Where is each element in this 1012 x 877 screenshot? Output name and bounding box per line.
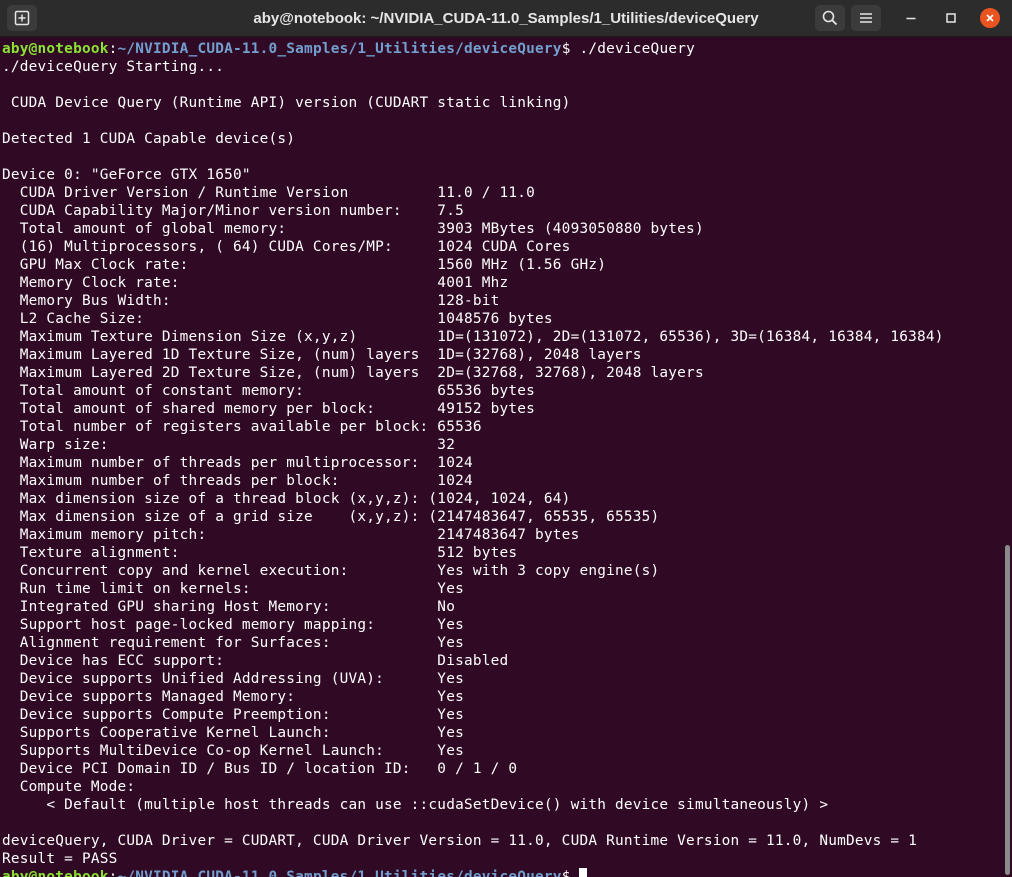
output-line: CUDA Device Query (Runtime API) version …	[2, 95, 571, 111]
close-button-circle	[980, 8, 1000, 28]
output-line: Device supports Managed Memory: Yes	[2, 689, 464, 705]
output-line: Integrated GPU sharing Host Memory: No	[2, 599, 456, 615]
output-line: Support host page-locked memory mapping:…	[2, 617, 464, 633]
prompt-path: ~/NVIDIA_CUDA-11.0_Samples/1_Utilities/d…	[117, 869, 562, 877]
output-line: L2 Cache Size: 1048576 bytes	[2, 311, 553, 327]
output-line: Device PCI Domain ID / Bus ID / location…	[2, 761, 518, 777]
output-line: Total amount of global memory: 3903 MByt…	[2, 221, 704, 237]
close-icon	[986, 14, 994, 22]
output-line: (16) Multiprocessors, ( 64) CUDA Cores/M…	[2, 239, 571, 255]
output-line: Max dimension size of a thread block (x,…	[2, 491, 571, 507]
output-line: Maximum memory pitch: 2147483647 bytes	[2, 527, 580, 543]
close-button[interactable]	[978, 6, 1002, 30]
new-tab-button[interactable]	[7, 5, 37, 31]
output-line: Concurrent copy and kernel execution: Ye…	[2, 563, 660, 579]
vertical-scrollbar[interactable]	[1003, 37, 1012, 877]
output-line: CUDA Driver Version / Runtime Version 11…	[2, 185, 536, 201]
title-bar[interactable]: aby@notebook: ~/NVIDIA_CUDA-11.0_Samples…	[0, 0, 1012, 37]
output-line: Alignment requirement for Surfaces: Yes	[2, 635, 464, 651]
output-line: Total amount of shared memory per block:…	[2, 401, 536, 417]
output-line: Result = PASS	[2, 851, 118, 867]
command-line: aby@notebook:~/NVIDIA_CUDA-11.0_Samples/…	[2, 40, 944, 58]
text-cursor	[579, 868, 588, 877]
output-line: Device supports Unified Addressing (UVA)…	[2, 671, 464, 687]
output-line: Run time limit on kernels: Yes	[2, 581, 464, 597]
maximize-button[interactable]	[939, 6, 963, 30]
output-line: deviceQuery, CUDA Driver = CUDART, CUDA …	[2, 833, 918, 849]
output-line: Device has ECC support: Disabled	[2, 653, 509, 669]
prompt-symbol: $	[561, 869, 580, 877]
output-line: Detected 1 CUDA Capable device(s)	[2, 131, 296, 147]
output-line: ./deviceQuery Starting...	[2, 59, 225, 75]
minimize-button[interactable]	[899, 6, 923, 30]
output-lines: ./deviceQuery Starting... CUDA Device Qu…	[2, 58, 944, 868]
menu-button[interactable]	[851, 5, 881, 31]
maximize-icon	[946, 13, 956, 23]
output-line: Texture alignment: 512 bytes	[2, 545, 518, 561]
output-line: Device 0: "GeForce GTX 1650"	[2, 167, 251, 183]
new-tab-icon	[14, 10, 30, 26]
terminal-output: aby@notebook:~/NVIDIA_CUDA-11.0_Samples/…	[2, 40, 944, 877]
search-button[interactable]	[815, 5, 845, 31]
output-line: Maximum Layered 1D Texture Size, (num) l…	[2, 347, 642, 363]
minimize-icon	[906, 17, 916, 20]
prompt-symbol: $	[561, 41, 580, 57]
output-line: Device supports Compute Preemption: Yes	[2, 707, 464, 723]
output-line: Maximum Layered 2D Texture Size, (num) l…	[2, 365, 704, 381]
output-line: Maximum number of threads per multiproce…	[2, 455, 473, 471]
search-icon	[822, 10, 838, 26]
output-line: Memory Clock rate: 4001 Mhz	[2, 275, 509, 291]
output-line: Total amount of constant memory: 65536 b…	[2, 383, 536, 399]
output-line: CUDA Capability Major/Minor version numb…	[2, 203, 464, 219]
command-text: ./deviceQuery	[579, 41, 695, 57]
output-line: Compute Mode:	[2, 779, 136, 795]
output-line: Total number of registers available per …	[2, 419, 482, 435]
output-line: Warp size: 32	[2, 437, 456, 453]
hamburger-menu-icon	[860, 13, 872, 23]
prompt-separator: :	[108, 869, 118, 877]
prompt-separator: :	[108, 41, 118, 57]
scrollbar-thumb[interactable]	[1005, 545, 1010, 875]
output-line: Max dimension size of a grid size (x,y,z…	[2, 509, 660, 525]
output-line: GPU Max Clock rate: 1560 MHz (1.56 GHz)	[2, 257, 607, 273]
output-line: Supports MultiDevice Co-op Kernel Launch…	[2, 743, 464, 759]
output-line: Maximum Texture Dimension Size (x,y,z) 1…	[2, 329, 944, 345]
prompt-path: ~/NVIDIA_CUDA-11.0_Samples/1_Utilities/d…	[117, 41, 562, 57]
terminal-window: aby@notebook: ~/NVIDIA_CUDA-11.0_Samples…	[0, 0, 1012, 877]
prompt-user: aby@notebook	[2, 41, 109, 57]
output-line: Maximum number of threads per block: 102…	[2, 473, 473, 489]
output-line: Memory Bus Width: 128-bit	[2, 293, 500, 309]
current-prompt-line: aby@notebook:~/NVIDIA_CUDA-11.0_Samples/…	[2, 868, 944, 877]
output-line: Supports Cooperative Kernel Launch: Yes	[2, 725, 464, 741]
prompt-user: aby@notebook	[2, 869, 109, 877]
terminal-content[interactable]: aby@notebook:~/NVIDIA_CUDA-11.0_Samples/…	[0, 37, 1003, 877]
output-line: < Default (multiple host threads can use…	[2, 797, 829, 813]
